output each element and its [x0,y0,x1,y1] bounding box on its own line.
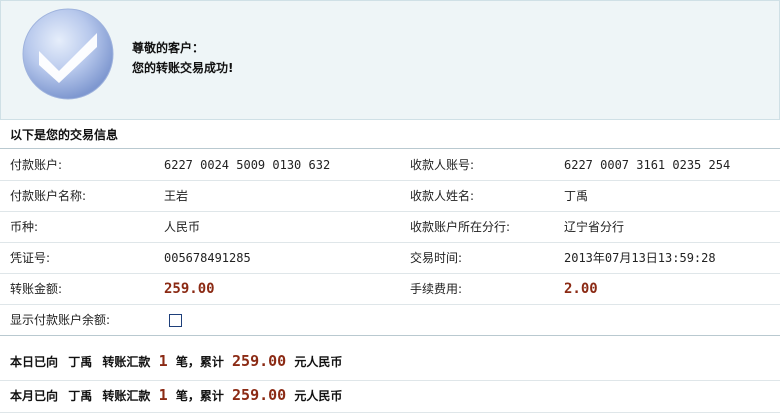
success-banner: 尊敬的客户： 您的转账交易成功! [0,0,780,120]
monthly-summary: 本月已向 丁禹 转账汇款 1 笔，累计 259.00 元人民币 [10,384,342,406]
summary-action: 转账汇款 [102,355,151,369]
daily-summary: 本日已向 丁禹 转账汇款 1 笔，累计 259.00 元人民币 [10,350,342,372]
summary-count: 1 [158,352,168,370]
label-payee-account: 收款人账号: [410,158,475,172]
label-fee: 手续费用: [410,282,463,296]
value-currency: 人民币 [164,220,201,234]
success-text: 您的转账交易成功! [132,61,234,75]
summary-total: 259.00 [232,352,287,370]
banner-message: 尊敬的客户： 您的转账交易成功! [132,38,233,78]
value-payee-account: 6227 0007 3161 0235 254 [564,158,731,172]
label-payee-branch: 收款账户所在分行: [410,220,511,234]
label-voucher: 凭证号: [10,251,51,265]
summary-prefix: 本月已向 [10,389,59,403]
label-show-balance: 显示付款账户余额: [10,313,111,327]
summary-payee: 丁禹 [68,355,93,369]
label-transfer-amount: 转账金额: [10,282,63,296]
greeting-text: 尊敬的客户： [132,41,205,55]
value-payee-branch: 辽宁省分行 [564,220,625,234]
show-balance-checkbox[interactable] [169,314,182,327]
value-transfer-amount: 259.00 [164,281,215,297]
info-row-payer-account: 付款账户: 6227 0024 5009 0130 632 收款人账号: 622… [0,150,780,181]
label-payer-name: 付款账户名称: [10,189,87,203]
checkmark-icon [22,8,114,100]
summary-unit: 元人民币 [294,355,343,369]
summary-mid: 笔，累计 [175,355,224,369]
info-row-names: 付款账户名称: 王岩 收款人姓名: 丁禹 [0,181,780,212]
info-row-currency-branch: 币种: 人民币 收款账户所在分行: 辽宁省分行 [0,212,780,243]
divider [0,335,780,336]
section-title: 以下是您的交易信息 [10,128,119,142]
value-transaction-time: 2013年07月13日13:59:28 [564,251,716,265]
label-payer-account: 付款账户: [10,158,63,172]
value-payer-name: 王岩 [164,189,189,203]
summary-payee: 丁禹 [68,389,93,403]
summary-action: 转账汇款 [102,389,151,403]
label-transaction-time: 交易时间: [410,251,463,265]
value-fee: 2.00 [564,281,598,297]
value-voucher: 005678491285 [164,251,251,265]
divider [0,412,780,413]
label-currency: 币种: [10,220,39,234]
divider [0,148,780,149]
summary-mid: 笔，累计 [175,389,224,403]
summary-prefix: 本日已向 [10,355,59,369]
info-row-balance-toggle: 显示付款账户余额: [0,305,780,336]
value-payer-account: 6227 0024 5009 0130 632 [164,158,331,172]
info-row-voucher-time: 凭证号: 005678491285 交易时间: 2013年07月13日13:59… [0,243,780,274]
divider [0,380,780,381]
summary-total: 259.00 [232,386,287,404]
info-row-amount-fee: 转账金额: 259.00 手续费用: 2.00 [0,274,780,305]
summary-count: 1 [158,386,168,404]
value-payee-name: 丁禹 [564,189,589,203]
summary-unit: 元人民币 [294,389,343,403]
label-payee-name: 收款人姓名: [410,189,475,203]
